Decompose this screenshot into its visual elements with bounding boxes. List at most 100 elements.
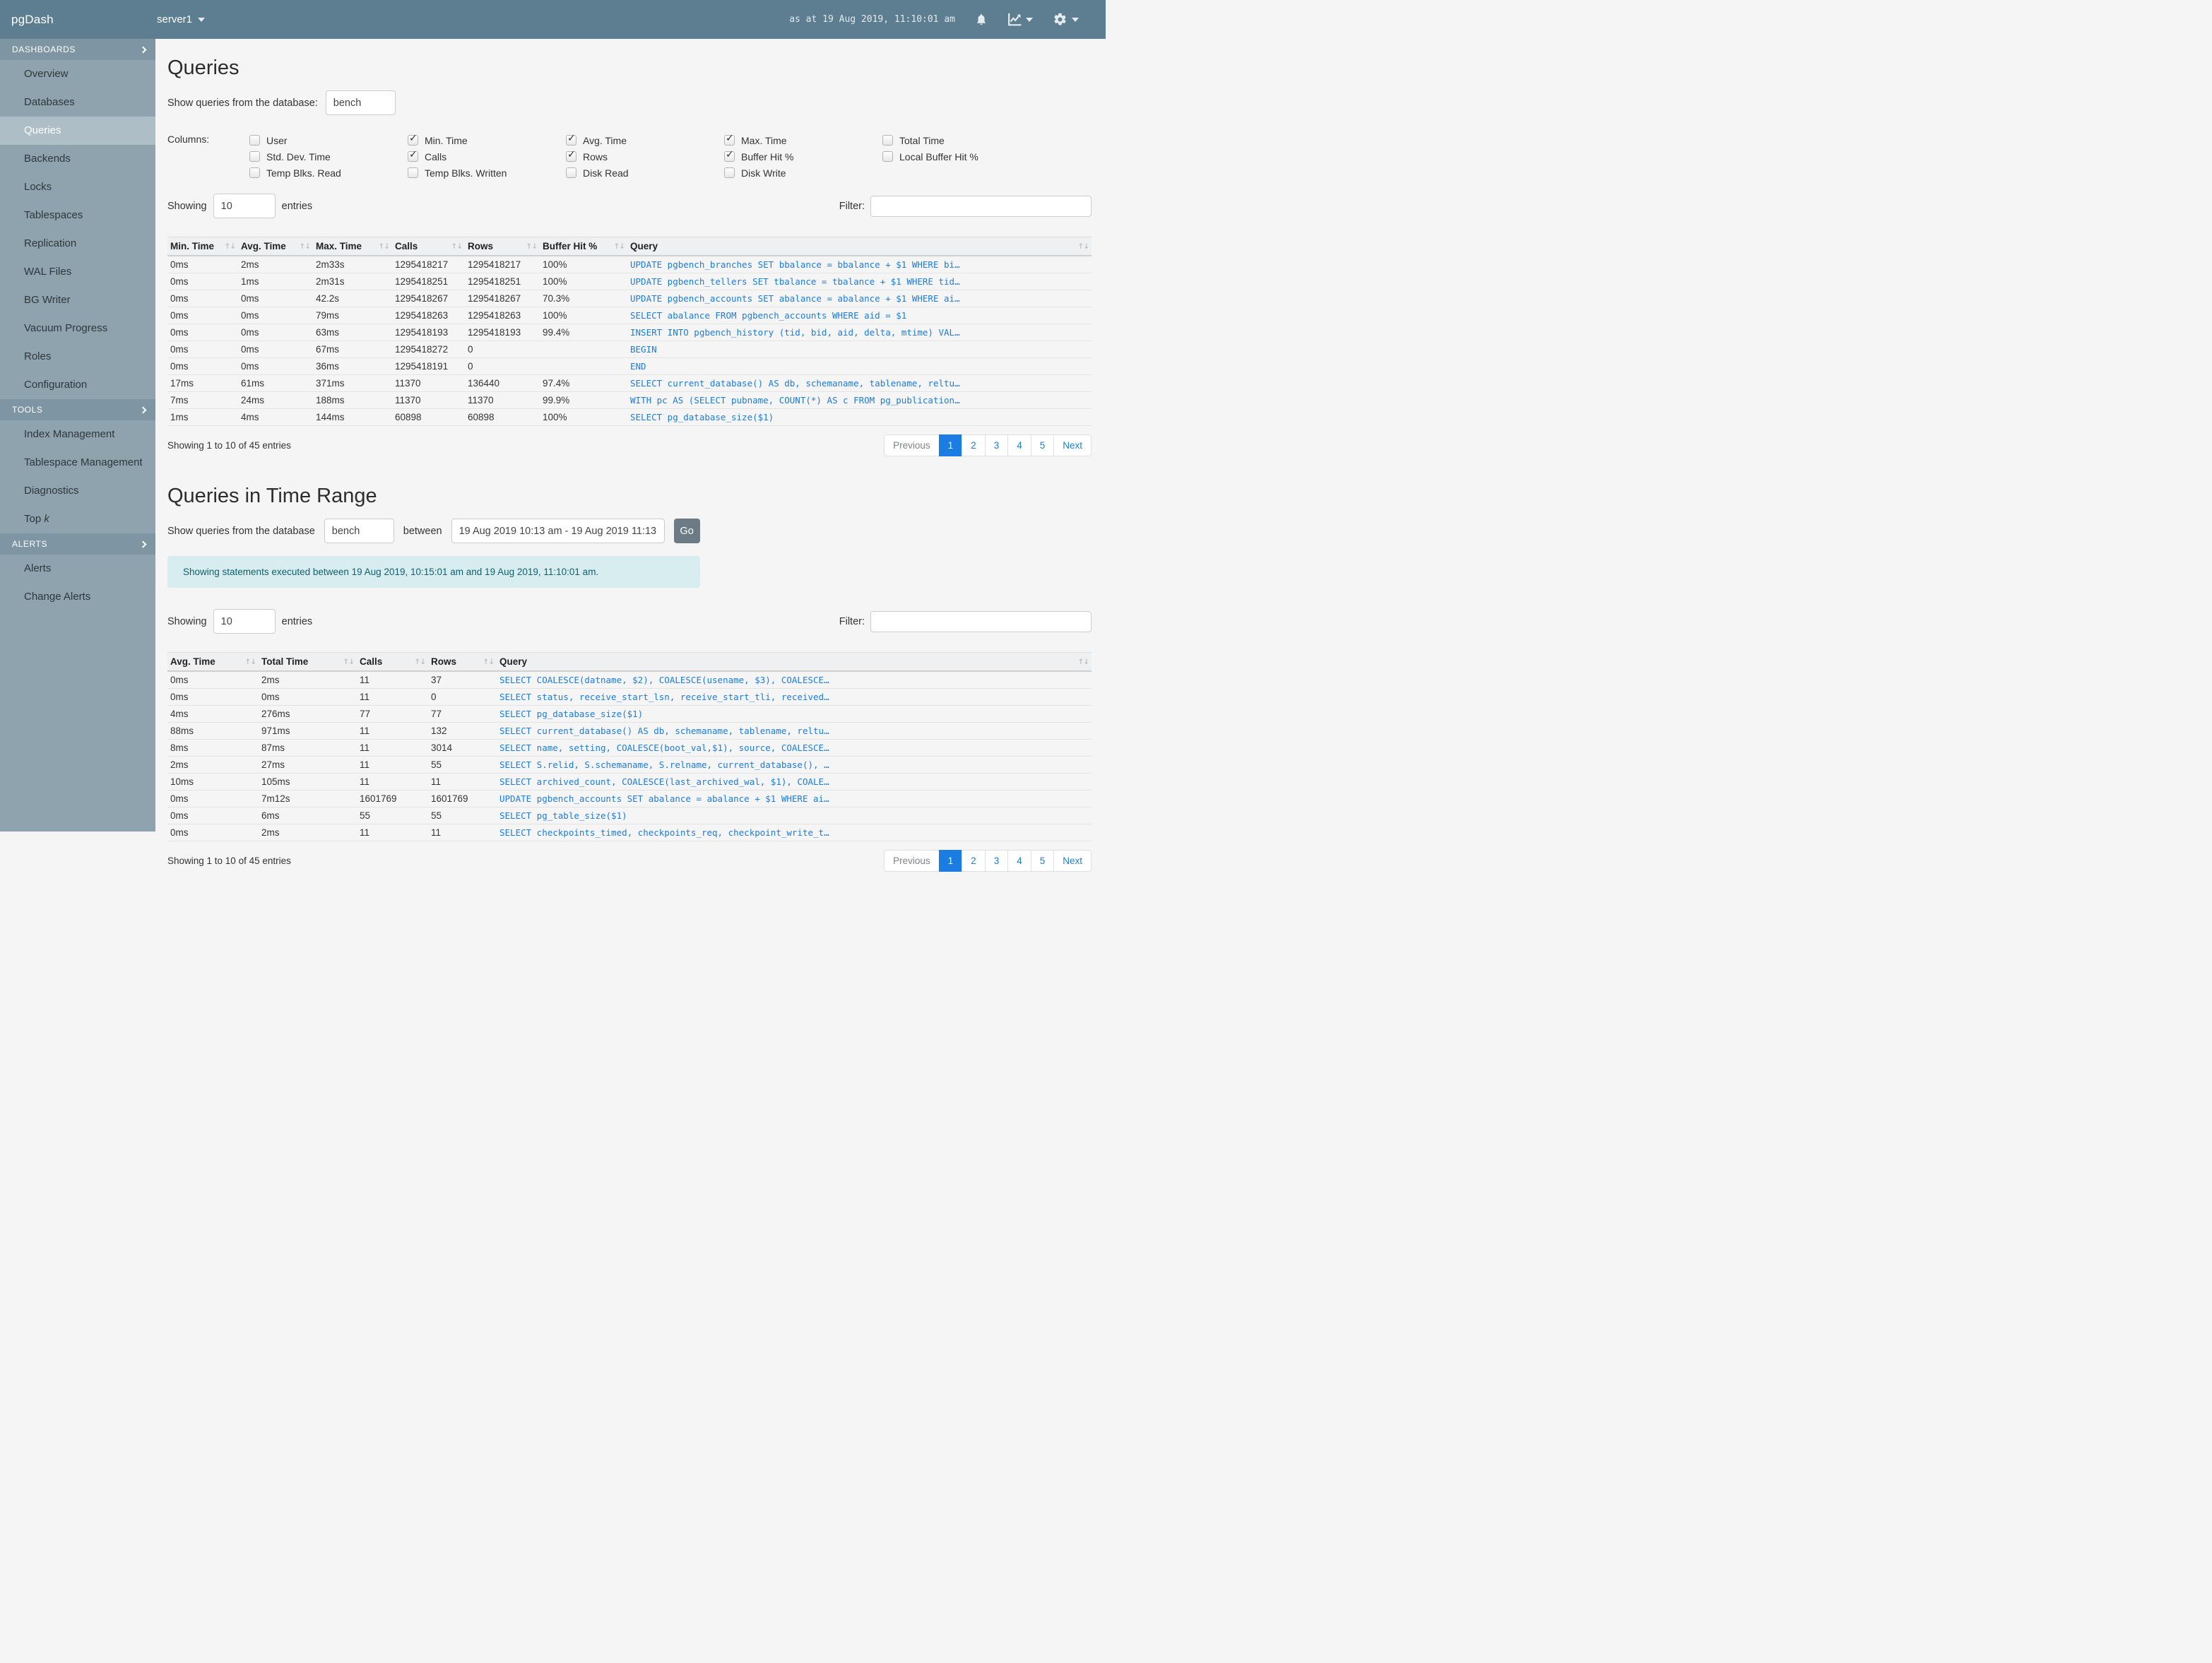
query-link[interactable]: UPDATE pgbench_accounts SET abalance = a… [630, 293, 960, 304]
page-button-3[interactable]: 3 [984, 434, 1009, 456]
sidebar-section-dashboards[interactable]: DASHBOARDS [0, 39, 155, 60]
query-link[interactable]: BEGIN [630, 344, 657, 355]
query-link[interactable]: SELECT status, receive_start_lsn, receiv… [499, 692, 829, 702]
column-checkbox-total-time[interactable]: Total Time [882, 135, 1041, 146]
sort-icon[interactable]: ↑↓ [526, 242, 538, 251]
page-button-5[interactable]: 5 [1030, 434, 1055, 456]
brand-logo[interactable]: pgDash [0, 13, 145, 27]
sidebar-item-databases[interactable]: Databases [0, 88, 155, 117]
column-header-calls[interactable]: Calls ↑↓ [357, 652, 428, 672]
sort-icon[interactable]: ↑↓ [1077, 242, 1089, 251]
filter-input[interactable] [870, 195, 1092, 217]
sort-icon[interactable]: ↑↓ [244, 658, 256, 666]
database-input[interactable] [325, 90, 396, 115]
sort-icon[interactable]: ↑↓ [378, 242, 390, 251]
query-link[interactable]: UPDATE pgbench_tellers SET tbalance = tb… [630, 276, 960, 287]
sidebar-item-index-management[interactable]: Index Management [0, 420, 155, 449]
sort-icon[interactable]: ↑↓ [613, 242, 625, 251]
sidebar-item-configuration[interactable]: Configuration [0, 371, 155, 399]
column-checkbox-avg-time[interactable]: ✓ Avg. Time [566, 133, 724, 146]
sidebar-item-queries[interactable]: Queries [0, 117, 155, 145]
column-checkbox-std-dev-time[interactable]: Std. Dev. Time [249, 151, 408, 162]
query-link[interactable]: UPDATE pgbench_branches SET bbalance = b… [630, 259, 960, 270]
sort-icon[interactable]: ↑↓ [483, 658, 495, 666]
sidebar-item-bg-writer[interactable]: BG Writer [0, 286, 155, 314]
sidebar-item-vacuum-progress[interactable]: Vacuum Progress [0, 314, 155, 343]
time-range-input[interactable] [451, 519, 665, 543]
page-button-next[interactable]: Next [1053, 434, 1092, 456]
column-header-query[interactable]: Query ↑↓ [497, 652, 1092, 672]
sidebar-item-overview[interactable]: Overview [0, 60, 155, 88]
sidebar-item-change-alerts[interactable]: Change Alerts [0, 583, 155, 611]
tr-database-input[interactable] [324, 519, 394, 543]
column-checkbox-buffer-hit[interactable]: ✓ Buffer Hit % [724, 149, 882, 162]
page-button-2[interactable]: 2 [962, 434, 986, 456]
sort-icon[interactable]: ↑↓ [414, 658, 426, 666]
column-header-total-time[interactable]: Total Time ↑↓ [259, 652, 357, 672]
column-checkbox-rows[interactable]: ✓ Rows [566, 149, 724, 162]
sort-icon[interactable]: ↑↓ [224, 242, 236, 251]
server-selector[interactable]: server1 [157, 13, 206, 25]
column-header-calls[interactable]: Calls ↑↓ [392, 237, 465, 256]
query-link[interactable]: SELECT current_database() AS db, scheman… [630, 378, 960, 389]
page-button-previous[interactable]: Previous [884, 850, 940, 872]
column-checkbox-min-time[interactable]: ✓ Min. Time [408, 133, 566, 146]
page-button-4[interactable]: 4 [1007, 850, 1031, 872]
sort-icon[interactable]: ↑↓ [451, 242, 463, 251]
page-size-input[interactable] [213, 194, 276, 218]
query-link[interactable]: SELECT pg_table_size($1) [499, 810, 627, 821]
query-link[interactable]: SELECT S.relid, S.schemaname, S.relname,… [499, 759, 829, 770]
sidebar-item-locks[interactable]: Locks [0, 173, 155, 201]
sort-icon[interactable]: ↑↓ [299, 242, 311, 251]
page-button-4[interactable]: 4 [1007, 434, 1031, 456]
settings-menu-button[interactable] [1053, 12, 1079, 27]
column-header-rows[interactable]: Rows ↑↓ [428, 652, 497, 672]
query-link[interactable]: END [630, 361, 646, 372]
query-link[interactable]: SELECT archived_count, COALESCE(last_arc… [499, 776, 829, 787]
sidebar-item-tablespaces[interactable]: Tablespaces [0, 201, 155, 230]
page-button-2[interactable]: 2 [962, 850, 986, 872]
column-checkbox-disk-read[interactable]: Disk Read [566, 167, 724, 179]
column-header-avg-time[interactable]: Avg. Time ↑↓ [238, 237, 313, 256]
sidebar-item-wal-files[interactable]: WAL Files [0, 258, 155, 286]
page-button-3[interactable]: 3 [984, 850, 1009, 872]
sidebar-item-top-k[interactable]: Top k [0, 505, 155, 533]
page-button-1[interactable]: 1 [938, 850, 963, 872]
sidebar-item-roles[interactable]: Roles [0, 343, 155, 371]
page-button-previous[interactable]: Previous [884, 434, 940, 456]
sort-icon[interactable]: ↑↓ [343, 658, 355, 666]
sidebar-item-replication[interactable]: Replication [0, 230, 155, 258]
query-link[interactable]: SELECT current_database() AS db, scheman… [499, 726, 829, 736]
query-link[interactable]: SELECT COALESCE(datname, $2), COALESCE(u… [499, 675, 829, 685]
column-header-avg-time[interactable]: Avg. Time ↑↓ [167, 652, 259, 672]
tr-page-size-input[interactable] [213, 609, 276, 634]
sidebar-item-backends[interactable]: Backends [0, 145, 155, 173]
sidebar-section-tools[interactable]: TOOLS [0, 399, 155, 420]
query-link[interactable]: SELECT abalance FROM pgbench_accounts WH… [630, 310, 906, 321]
tr-filter-input[interactable] [870, 610, 1092, 632]
sidebar-item-tablespace-management[interactable]: Tablespace Management [0, 449, 155, 477]
column-checkbox-user[interactable]: User [249, 135, 408, 146]
query-link[interactable]: INSERT INTO pgbench_history (tid, bid, a… [630, 327, 960, 338]
query-link[interactable]: SELECT pg_database_size($1) [499, 709, 643, 719]
query-link[interactable]: WITH pc AS (SELECT pubname, COUNT(*) AS … [630, 395, 960, 406]
sidebar-item-alerts[interactable]: Alerts [0, 555, 155, 583]
column-checkbox-max-time[interactable]: ✓ Max. Time [724, 133, 882, 146]
column-header-min-time[interactable]: Min. Time ↑↓ [167, 237, 238, 256]
notifications-button[interactable] [975, 13, 988, 26]
page-button-next[interactable]: Next [1053, 850, 1092, 872]
page-button-5[interactable]: 5 [1030, 850, 1055, 872]
query-link[interactable]: SELECT name, setting, COALESCE(boot_val,… [499, 742, 829, 753]
column-header-rows[interactable]: Rows ↑↓ [465, 237, 540, 256]
column-header-buffer-hit[interactable]: Buffer Hit % ↑↓ [540, 237, 627, 256]
sidebar-item-diagnostics[interactable]: Diagnostics [0, 477, 155, 505]
column-checkbox-temp-blks-written[interactable]: Temp Blks. Written [408, 167, 566, 179]
query-link[interactable]: SELECT checkpoints_timed, checkpoints_re… [499, 827, 829, 838]
column-checkbox-temp-blks-read[interactable]: Temp Blks. Read [249, 167, 408, 179]
go-button[interactable]: Go [673, 519, 700, 543]
column-checkbox-calls[interactable]: ✓ Calls [408, 149, 566, 162]
page-button-1[interactable]: 1 [938, 434, 963, 456]
query-link[interactable]: UPDATE pgbench_accounts SET abalance = a… [499, 793, 829, 804]
charts-menu-button[interactable] [1007, 13, 1033, 26]
sort-icon[interactable]: ↑↓ [1077, 658, 1089, 666]
